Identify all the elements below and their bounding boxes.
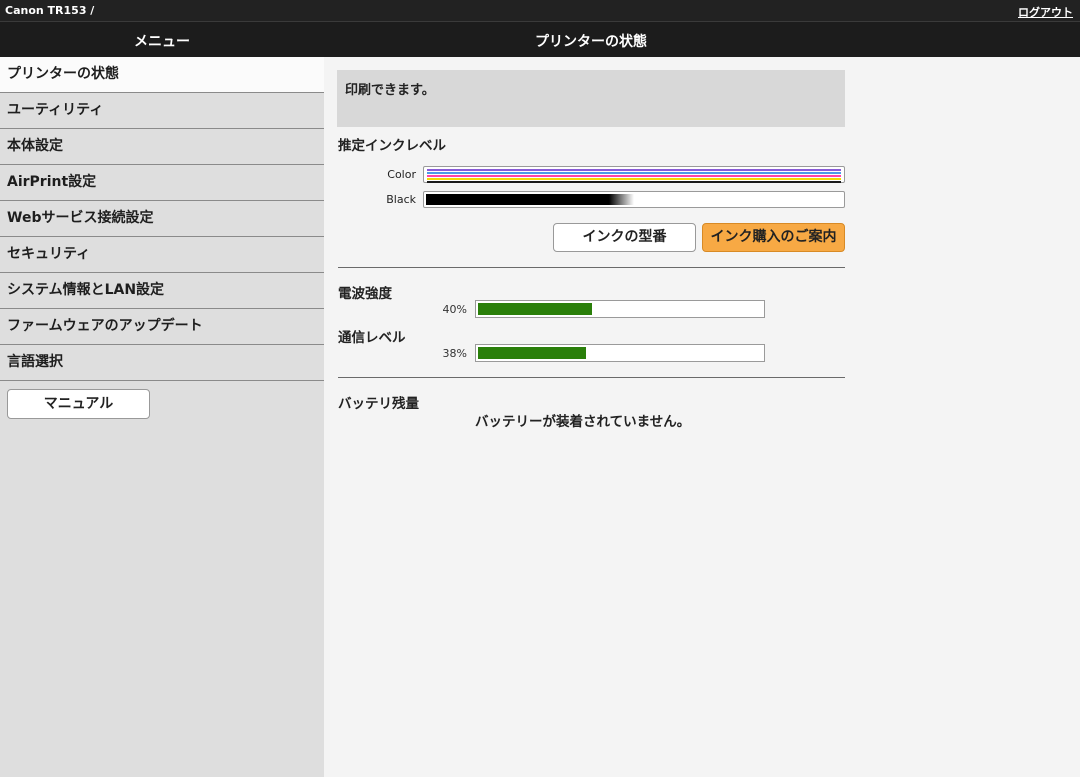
status-message: 印刷できます。: [337, 70, 845, 127]
battery-message: バッテリーが装着されていません。: [475, 414, 691, 430]
manual-button[interactable]: マニュアル: [7, 389, 150, 419]
top-bar: Canon TR153 / ログアウト: [0, 0, 1080, 21]
comm-level-bar: [475, 344, 765, 362]
signal-strength-fill: [478, 303, 592, 315]
black-ink-bar: [423, 191, 845, 208]
sidebar-item-language[interactable]: 言語選択: [0, 345, 324, 381]
comm-level-title: 通信レベル: [338, 330, 406, 346]
main-content: 印刷できます。 推定インクレベル Color Black インクの型番 インク購…: [324, 57, 1080, 777]
sidebar-item-security[interactable]: セキュリティ: [0, 237, 324, 273]
sidebar-item-printer-status[interactable]: プリンターの状態: [0, 57, 324, 93]
ink-model-button[interactable]: インクの型番: [553, 223, 696, 252]
signal-strength-percent: 40%: [442, 303, 467, 316]
sidebar: プリンターの状態 ユーティリティ 本体設定 AirPrint設定 Webサービス…: [0, 57, 324, 777]
sidebar-item-utilities[interactable]: ユーティリティ: [0, 93, 324, 129]
device-name: Canon TR153 /: [5, 4, 95, 17]
ink-level-title: 推定インクレベル: [338, 138, 446, 154]
sidebar-item-device-settings[interactable]: 本体設定: [0, 129, 324, 165]
comm-level-percent: 38%: [442, 347, 467, 360]
color-ink-stripe: [427, 178, 841, 180]
comm-level-fill: [478, 347, 586, 359]
menu-title: メニュー: [134, 34, 190, 50]
signal-strength-title: 電波強度: [338, 286, 392, 302]
black-ink-fill: [426, 194, 634, 205]
color-ink-stripe: [427, 172, 841, 174]
signal-strength-bar: [475, 300, 765, 318]
divider: [338, 377, 845, 378]
color-ink-bar: [423, 166, 845, 183]
sidebar-item-system-lan[interactable]: システム情報とLAN設定: [0, 273, 324, 309]
battery-title: バッテリ残量: [338, 396, 419, 412]
color-ink-label: Color: [387, 168, 416, 181]
color-ink-stripe: [427, 175, 841, 177]
color-ink-stripe: [427, 169, 841, 171]
sidebar-item-firmware[interactable]: ファームウェアのアップデート: [0, 309, 324, 345]
divider: [338, 267, 845, 268]
page-title: プリンターの状態: [535, 34, 647, 50]
black-ink-label: Black: [386, 193, 416, 206]
header-bar: メニュー プリンターの状態: [0, 21, 1080, 57]
color-ink-stripes: [427, 169, 841, 183]
sidebar-item-web-service[interactable]: Webサービス接続設定: [0, 201, 324, 237]
ink-purchase-button[interactable]: インク購入のご案内: [702, 223, 845, 252]
sidebar-item-airprint[interactable]: AirPrint設定: [0, 165, 324, 201]
logout-link[interactable]: ログアウト: [1018, 4, 1073, 20]
color-ink-stripe: [427, 181, 841, 183]
